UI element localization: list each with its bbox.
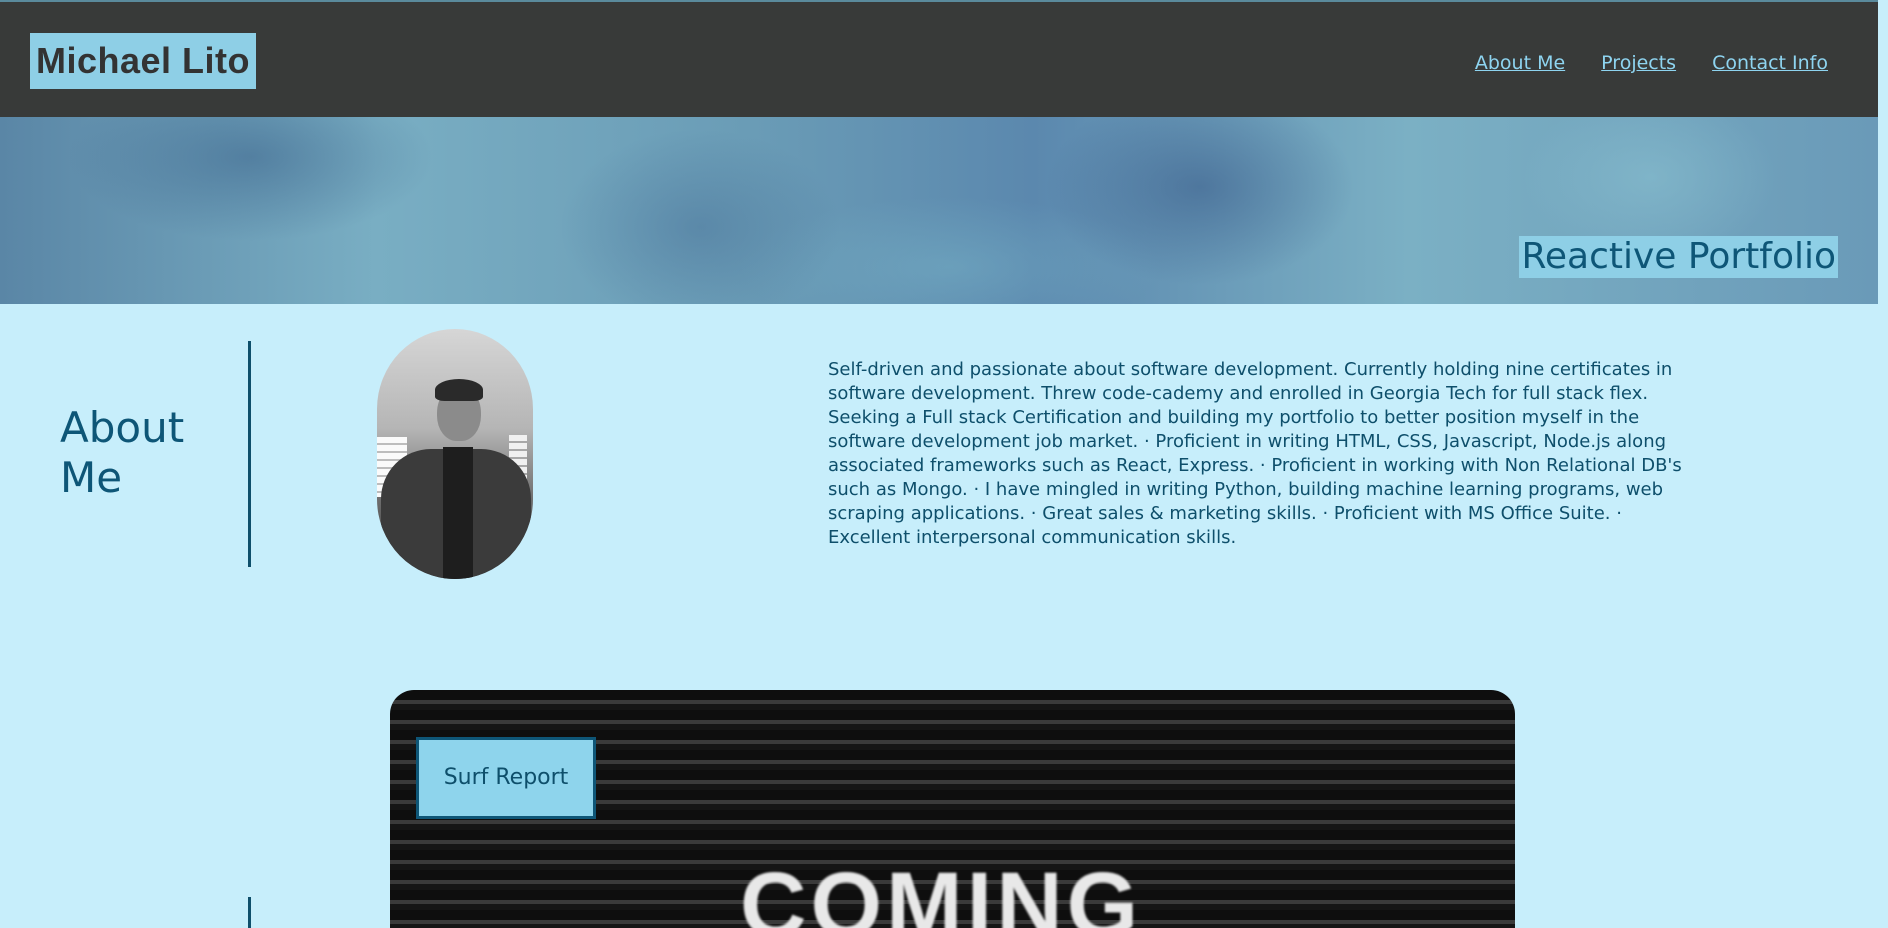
site-header: Michael Lito About Me Projects Contact I… <box>0 0 1878 117</box>
main-nav: About Me Projects Contact Info <box>1475 52 1828 74</box>
nav-link-projects[interactable]: Projects <box>1601 52 1676 74</box>
hero-banner: Reactive Portfolio <box>0 117 1878 304</box>
project-card[interactable]: Surf Report COMING <box>390 690 1515 928</box>
hero-title: Reactive Portfolio <box>1519 236 1838 278</box>
about-heading: About Me <box>60 403 185 502</box>
nav-link-about-me[interactable]: About Me <box>1475 52 1565 74</box>
profile-photo <box>377 329 533 579</box>
nav-link-contact-info[interactable]: Contact Info <box>1712 52 1828 74</box>
coming-soon-text: COMING <box>740 854 1143 928</box>
surf-report-button[interactable]: Surf Report <box>416 737 596 819</box>
brand-logo[interactable]: Michael Lito <box>30 33 257 89</box>
section-divider-2 <box>248 897 251 928</box>
about-bio: Self-driven and passionate about softwar… <box>828 359 1682 548</box>
section-divider <box>248 341 251 567</box>
